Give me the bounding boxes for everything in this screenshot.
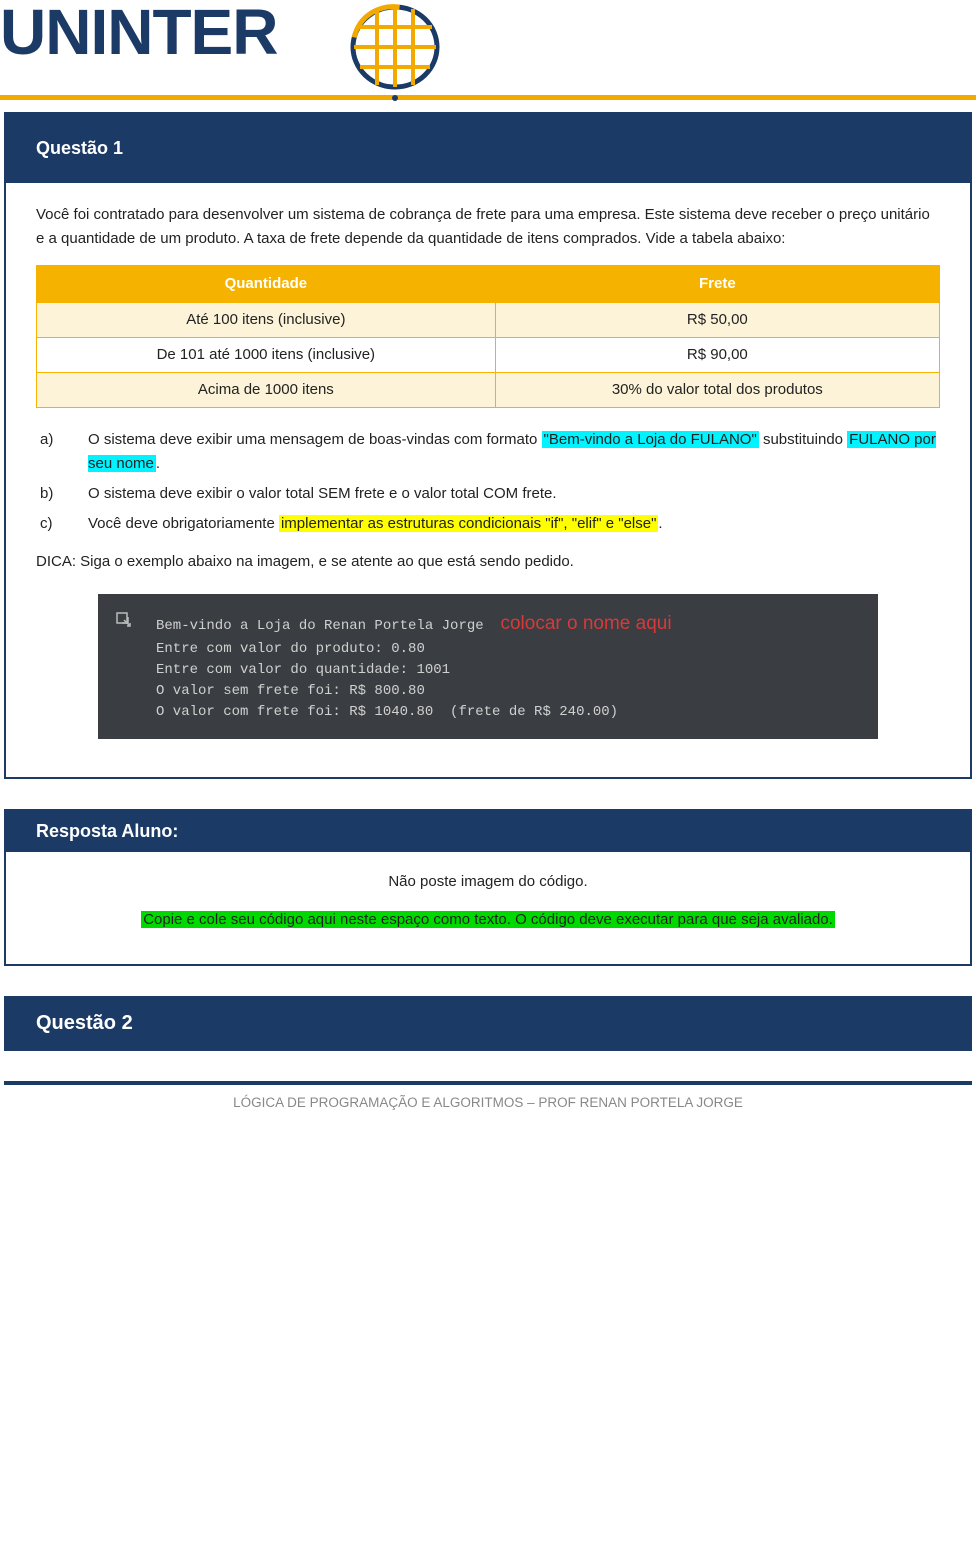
cell-frete: R$ 90,00 (495, 338, 939, 373)
req-c-text1: Você deve obrigatoriamente (88, 515, 279, 532)
answer-instruction-highlight: Copie e cole seu código aqui neste espaç… (141, 911, 835, 928)
item-letter: c) (64, 512, 88, 536)
globe-icon (340, 0, 450, 105)
req-b: b)O sistema deve exibir o valor total SE… (64, 482, 940, 506)
console-line1: Bem-vindo a Loja do Renan Portela Jorge (156, 618, 484, 634)
req-a-text1: O sistema deve exibir uma mensagem de bo… (88, 431, 542, 448)
table-row: De 101 até 1000 itens (inclusive) R$ 90,… (37, 338, 940, 373)
answer-1-body: Não poste imagem do código. Copie e cole… (6, 852, 970, 964)
console-line4: O valor sem frete foi: R$ 800.80 (156, 683, 425, 699)
th-freight: Frete (495, 266, 939, 303)
table-row: Acima de 1000 itens 30% do valor total d… (37, 373, 940, 408)
console-line5: O valor com frete foi: R$ 1040.80 (frete… (156, 704, 618, 720)
answer-1-title: Resposta Aluno: (6, 811, 970, 852)
question-1-body: Você foi contratado para desenvolver um … (6, 183, 970, 777)
cell-qty: De 101 até 1000 itens (inclusive) (37, 338, 496, 373)
table-row: Até 100 itens (inclusive) R$ 50,00 (37, 303, 940, 338)
highlight-ifelse: implementar as estruturas condicionais "… (279, 515, 658, 532)
req-c: c)Você deve obrigatoriamente implementar… (64, 512, 940, 536)
item-letter: a) (64, 428, 88, 452)
console-example: Bem-vindo a Loja do Renan Portela Jorge … (98, 594, 878, 739)
question-1-panel: Questão 1 Você foi contratado para desen… (4, 112, 972, 779)
run-output-icon (116, 612, 132, 628)
item-letter: b) (64, 482, 88, 506)
q1-intro: Você foi contratado para desenvolver um … (36, 203, 940, 251)
requirements-list: a)O sistema deve exibir uma mensagem de … (36, 428, 940, 536)
console-line3: Entre com valor do quantidade: 1001 (156, 662, 450, 678)
highlight-welcome: "Bem-vindo a Loja do FULANO" (542, 431, 759, 448)
question-2-title: Questão 2 (6, 998, 970, 1049)
footer-divider (4, 1081, 972, 1085)
question-1-title: Questão 1 (6, 114, 970, 183)
req-c-end: . (658, 515, 662, 532)
console-annotation: colocar o nome aqui (500, 613, 671, 634)
req-a: a)O sistema deve exibir uma mensagem de … (64, 428, 940, 476)
hint-text: DICA: Siga o exemplo abaixo na imagem, e… (36, 550, 940, 574)
header: UNINTER (0, 0, 976, 100)
freight-table: Quantidade Frete Até 100 itens (inclusiv… (36, 265, 940, 408)
console-lines: Bem-vindo a Loja do Renan Portela Jorge … (116, 610, 862, 723)
console-line2: Entre com valor do produto: 0.80 (156, 641, 425, 657)
brand-wordmark: UNINTER (0, 0, 277, 64)
answer-instruction-1: Não poste imagem do código. (36, 870, 940, 894)
req-b-text: O sistema deve exibir o valor total SEM … (88, 485, 557, 502)
cell-qty: Até 100 itens (inclusive) (37, 303, 496, 338)
question-2-panel: Questão 2 (4, 996, 972, 1051)
answer-1-panel: Resposta Aluno: Não poste imagem do códi… (4, 809, 972, 966)
req-a-mid: substituindo (759, 431, 847, 448)
cell-frete: R$ 50,00 (495, 303, 939, 338)
req-a-end: . (156, 455, 160, 472)
th-quantity: Quantidade (37, 266, 496, 303)
cell-frete: 30% do valor total dos produtos (495, 373, 939, 408)
cell-qty: Acima de 1000 itens (37, 373, 496, 408)
footer-text: LÓGICA DE PROGRAMAÇÃO E ALGORITMOS – PRO… (0, 1095, 976, 1110)
